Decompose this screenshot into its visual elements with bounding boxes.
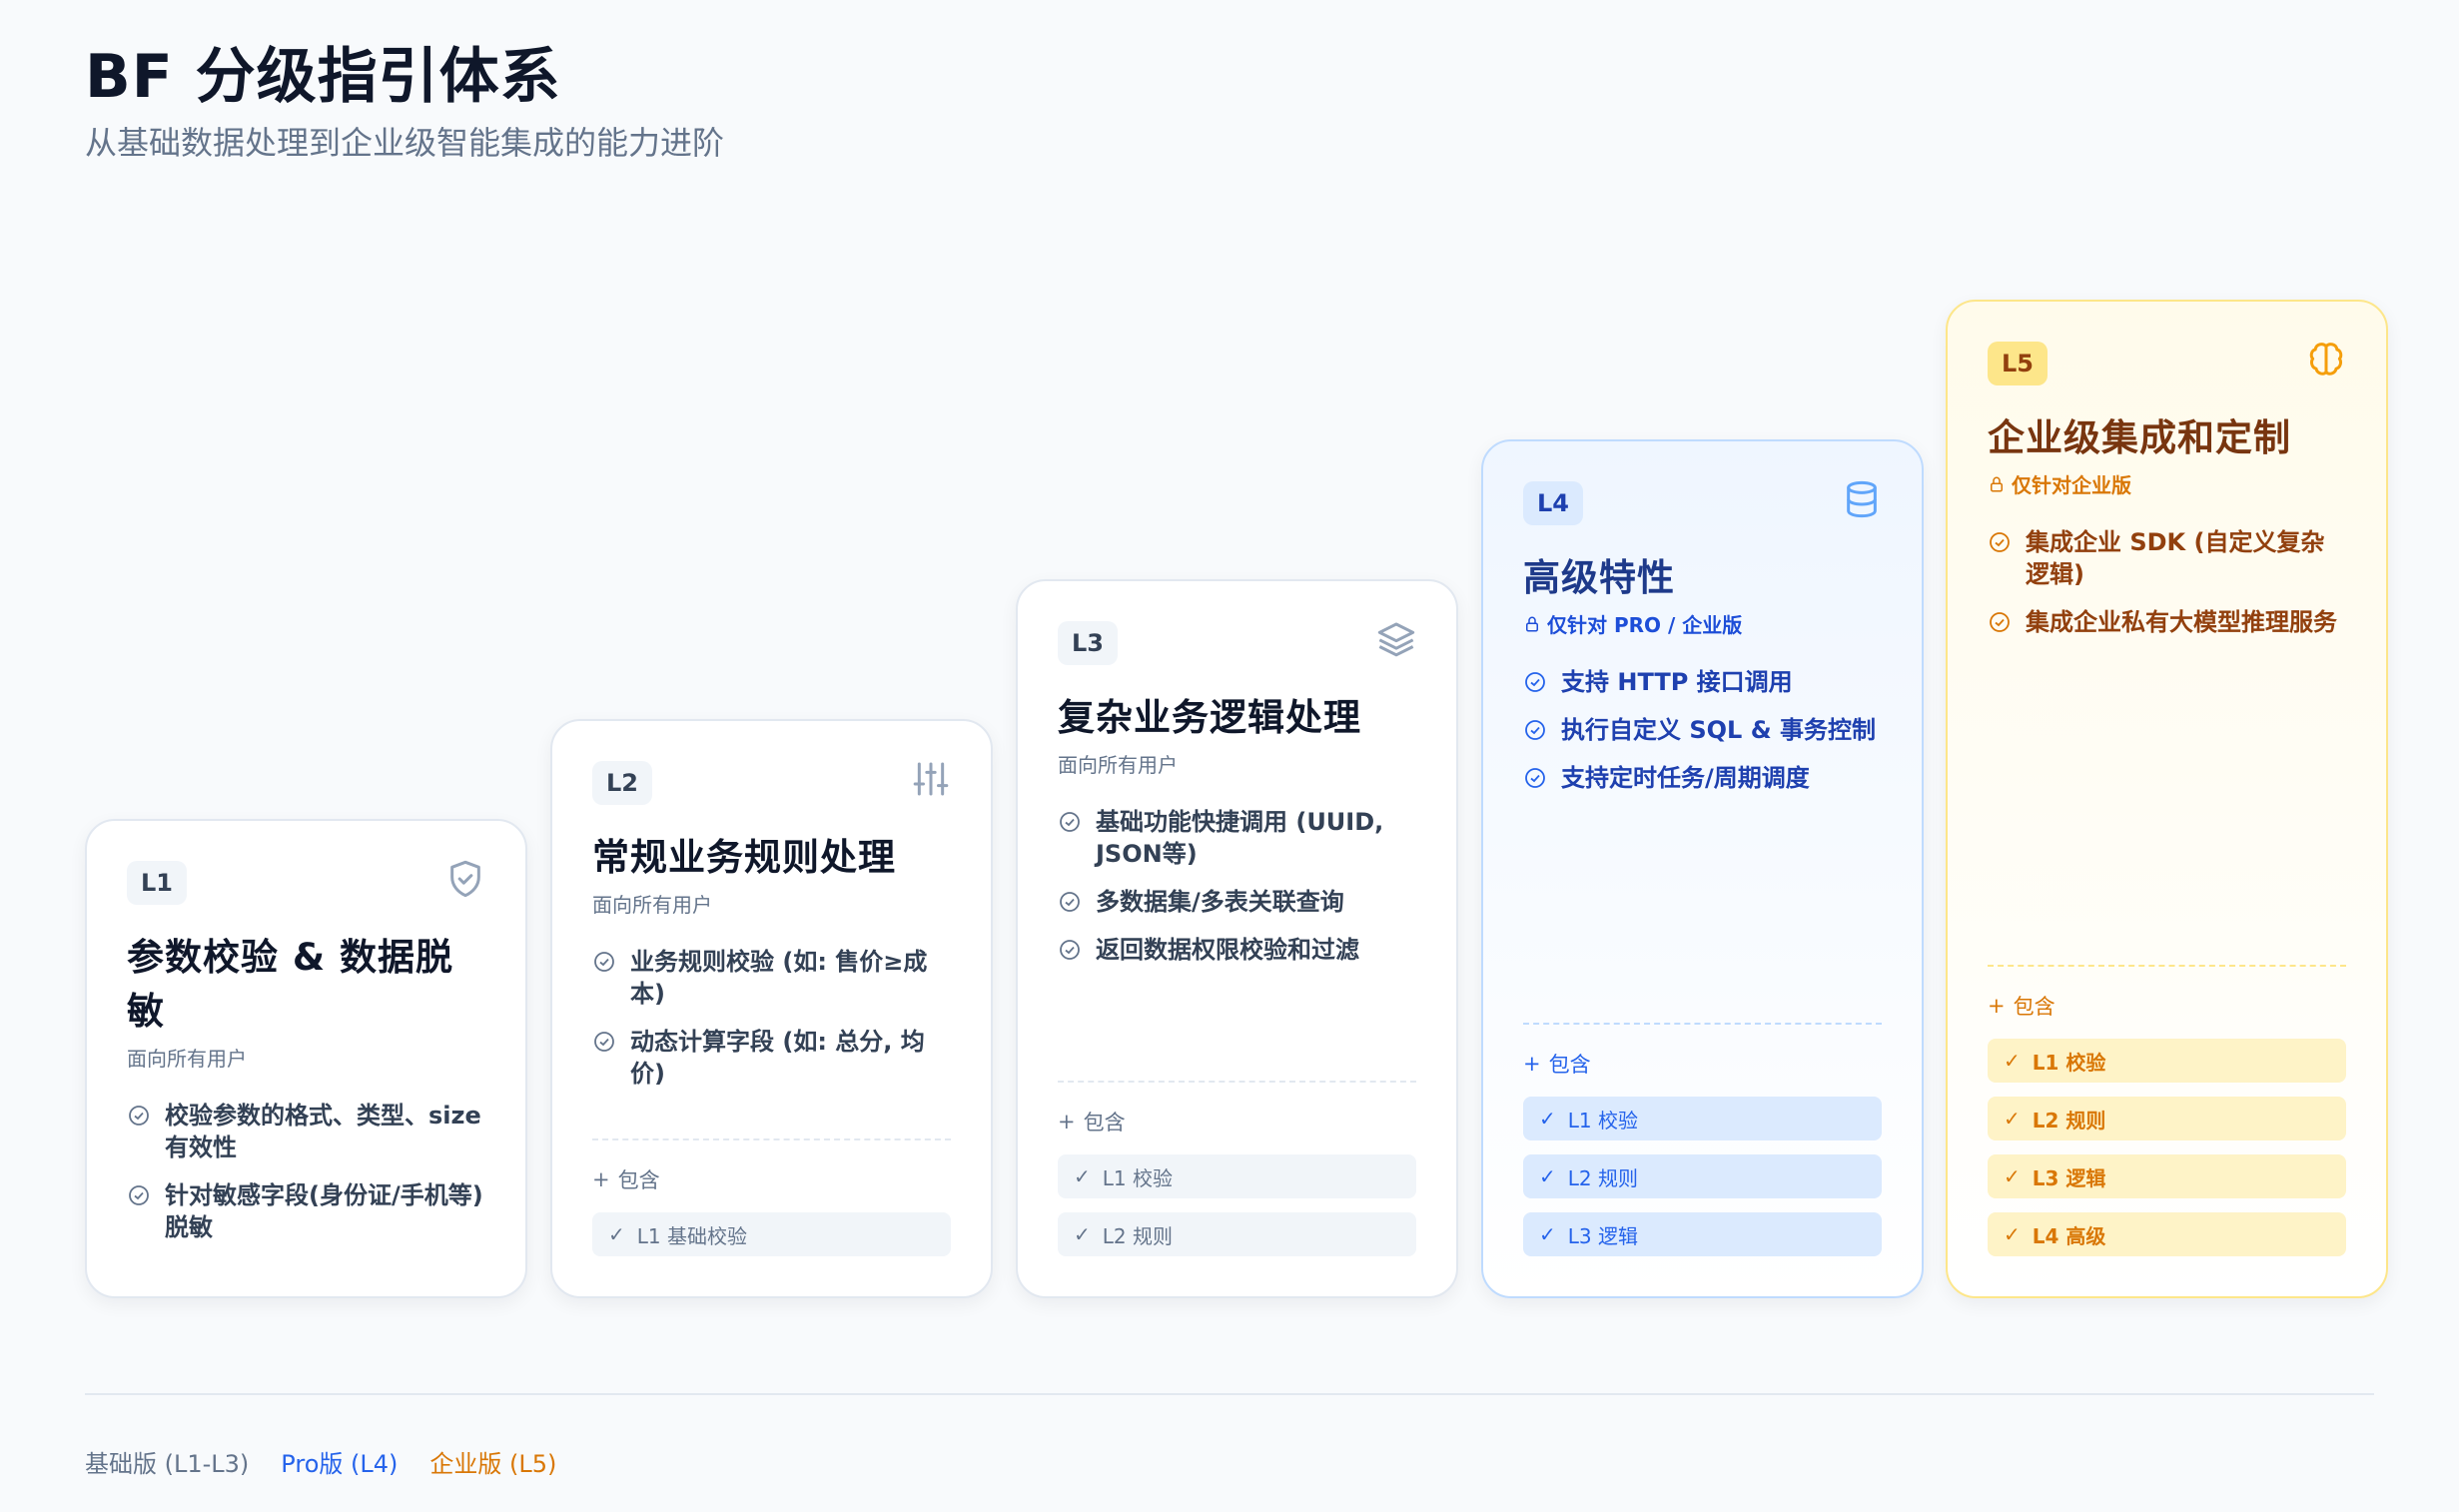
- level-badge: L3: [1058, 621, 1118, 665]
- level-badge: L2: [592, 761, 652, 805]
- feature-item: 多数据集/多表关联查询: [1058, 886, 1416, 918]
- included-level-item: ✓ L2 规则: [1523, 1154, 1882, 1198]
- check-circle-icon: [1060, 892, 1080, 912]
- database-icon: [1847, 480, 1877, 518]
- includes-section: + 包含 ✓ L1 校验 ✓ L2 规则 ✓ L3 逻辑 ✓ L4 高级: [1988, 965, 2346, 1256]
- check-circle-icon: [594, 1032, 614, 1052]
- feature-item: 动态计算字段 (如: 总分, 均价): [592, 1026, 951, 1090]
- check-icon: ✓: [1074, 1222, 1091, 1246]
- includes-section: + 包含 ✓ L1 校验 ✓ L2 规则: [1058, 1081, 1416, 1256]
- plus-icon: +: [1523, 1052, 1541, 1076]
- legend-pro: Pro版 (L4): [281, 1450, 399, 1478]
- check-circle-icon: [1990, 532, 2010, 552]
- feature-list: 集成企业 SDK (自定义复杂逻辑) 集成企业私有大模型推理服务: [1988, 526, 2346, 638]
- level-card-l4: L4 高级特性 仅针对 PRO / 企业版 支持 HTTP 接口调用 执行自定义…: [1481, 439, 1924, 1298]
- level-badge: L1: [127, 861, 187, 905]
- feature-item: 校验参数的格式、类型、size有效性: [127, 1100, 485, 1163]
- included-level-item: ✓ L1 校验: [1523, 1097, 1882, 1140]
- edition-legend: 基础版 (L1-L3) Pro版 (L4) 企业版 (L5): [85, 1444, 556, 1479]
- level-card-l1: L1 参数校验 & 数据脱敏 面向所有用户 校验参数的格式、类型、size有效性…: [85, 819, 527, 1298]
- page-subtitle: 从基础数据处理到企业级智能集成的能力进阶: [85, 124, 725, 162]
- sliders-icon: [913, 762, 949, 796]
- check-circle-icon: [1060, 940, 1080, 960]
- brain-icon: [2309, 343, 2343, 376]
- feature-item: 执行自定义 SQL & 事务控制: [1523, 714, 1882, 746]
- layers-icon: [1377, 622, 1415, 657]
- card-audience: 面向所有用户: [1058, 753, 1178, 777]
- included-level-item: ✓ L1 校验: [1988, 1039, 2346, 1083]
- check-icon: ✓: [2004, 1107, 2021, 1131]
- footer-divider: [85, 1393, 2374, 1395]
- check-circle-icon: [1990, 612, 2010, 632]
- includes-label: + 包含: [1523, 1052, 1591, 1077]
- feature-list: 校验参数的格式、类型、size有效性 针对敏感字段(身份证/手机等)脱敏: [127, 1100, 485, 1243]
- check-icon: ✓: [608, 1222, 625, 1246]
- check-circle-icon: [1060, 812, 1080, 832]
- check-icon: ✓: [1539, 1164, 1556, 1188]
- dashed-divider: [1523, 1023, 1882, 1025]
- plus-icon: +: [1988, 994, 2006, 1018]
- page-title: BF 分级指引体系: [85, 42, 561, 112]
- level-card-l5: L5 企业级集成和定制 仅针对企业版 集成企业 SDK (自定义复杂逻辑) 集成…: [1946, 300, 2388, 1298]
- includes-label: + 包含: [1058, 1110, 1126, 1134]
- dashed-divider: [592, 1138, 951, 1140]
- card-audience: 仅针对 PRO / 企业版: [1523, 609, 1882, 638]
- feature-item: 支持 HTTP 接口调用: [1523, 666, 1882, 698]
- feature-list: 业务规则校验 (如: 售价≥成本) 动态计算字段 (如: 总分, 均价): [592, 946, 951, 1090]
- card-title: 企业级集成和定制: [1988, 416, 2291, 459]
- plus-icon: +: [1058, 1110, 1076, 1134]
- feature-item: 集成企业 SDK (自定义复杂逻辑): [1988, 526, 2346, 590]
- includes-label: + 包含: [592, 1167, 660, 1192]
- check-icon: ✓: [1074, 1164, 1091, 1188]
- included-level-item: ✓ L2 规则: [1988, 1097, 2346, 1140]
- level-badge: L5: [1988, 342, 2048, 385]
- check-circle-icon: [1525, 672, 1545, 692]
- feature-item: 针对敏感字段(身份证/手机等)脱敏: [127, 1179, 485, 1243]
- check-circle-icon: [1525, 768, 1545, 788]
- check-circle-icon: [1525, 720, 1545, 740]
- card-title: 高级特性: [1523, 556, 1675, 599]
- included-level-item: ✓ L3 逻辑: [1988, 1154, 2346, 1198]
- dashed-divider: [1988, 965, 2346, 967]
- card-audience: 面向所有用户: [127, 1047, 247, 1071]
- includes-section: + 包含 ✓ L1 基础校验: [592, 1138, 951, 1256]
- feature-item: 支持定时任务/周期调度: [1523, 762, 1882, 794]
- included-level-item: ✓ L1 基础校验: [592, 1212, 951, 1256]
- feature-item: 集成企业私有大模型推理服务: [1988, 606, 2346, 638]
- check-icon: ✓: [1539, 1107, 1556, 1131]
- feature-item: 基础功能快捷调用 (UUID, JSON等): [1058, 806, 1416, 870]
- level-badge: L4: [1523, 481, 1583, 525]
- check-icon: ✓: [1539, 1222, 1556, 1246]
- check-icon: ✓: [2004, 1049, 2021, 1073]
- feature-item: 业务规则校验 (如: 售价≥成本): [592, 946, 951, 1010]
- card-title: 参数校验 & 数据脱敏: [127, 936, 454, 1033]
- included-level-item: ✓ L2 规则: [1058, 1212, 1416, 1256]
- check-circle-icon: [129, 1185, 149, 1205]
- shield-icon: [450, 860, 480, 898]
- includes-label: + 包含: [1988, 994, 2055, 1019]
- included-level-item: ✓ L1 校验: [1058, 1154, 1416, 1198]
- legend-basic: 基础版 (L1-L3): [85, 1450, 250, 1478]
- feature-item: 返回数据权限校验和过滤: [1058, 934, 1416, 966]
- check-icon: ✓: [2004, 1222, 2021, 1246]
- card-audience: 仅针对企业版: [1988, 469, 2346, 498]
- dashed-divider: [1058, 1081, 1416, 1083]
- includes-section: + 包含 ✓ L1 校验 ✓ L2 规则 ✓ L3 逻辑: [1523, 1023, 1882, 1256]
- level-card-l3: L3 复杂业务逻辑处理 面向所有用户 基础功能快捷调用 (UUID, JSON等…: [1016, 579, 1458, 1298]
- card-audience: 面向所有用户: [592, 893, 712, 917]
- legend-enterprise: 企业版 (L5): [429, 1450, 557, 1478]
- feature-list: 支持 HTTP 接口调用 执行自定义 SQL & 事务控制 支持定时任务/周期调…: [1523, 666, 1882, 794]
- check-icon: ✓: [2004, 1164, 2021, 1188]
- check-circle-icon: [594, 952, 614, 972]
- lock-icon: [1526, 616, 1538, 631]
- card-title: 复杂业务逻辑处理: [1058, 696, 1361, 739]
- plus-icon: +: [592, 1167, 610, 1191]
- feature-list: 基础功能快捷调用 (UUID, JSON等) 多数据集/多表关联查询 返回数据权…: [1058, 806, 1416, 966]
- included-level-item: ✓ L4 高级: [1988, 1212, 2346, 1256]
- card-title: 常规业务规则处理: [592, 836, 896, 879]
- lock-icon: [1991, 476, 2003, 491]
- included-level-item: ✓ L3 逻辑: [1523, 1212, 1882, 1256]
- level-card-l2: L2 常规业务规则处理 面向所有用户 业务规则校验 (如: 售价≥成本) 动态计…: [550, 719, 993, 1298]
- check-circle-icon: [129, 1106, 149, 1126]
